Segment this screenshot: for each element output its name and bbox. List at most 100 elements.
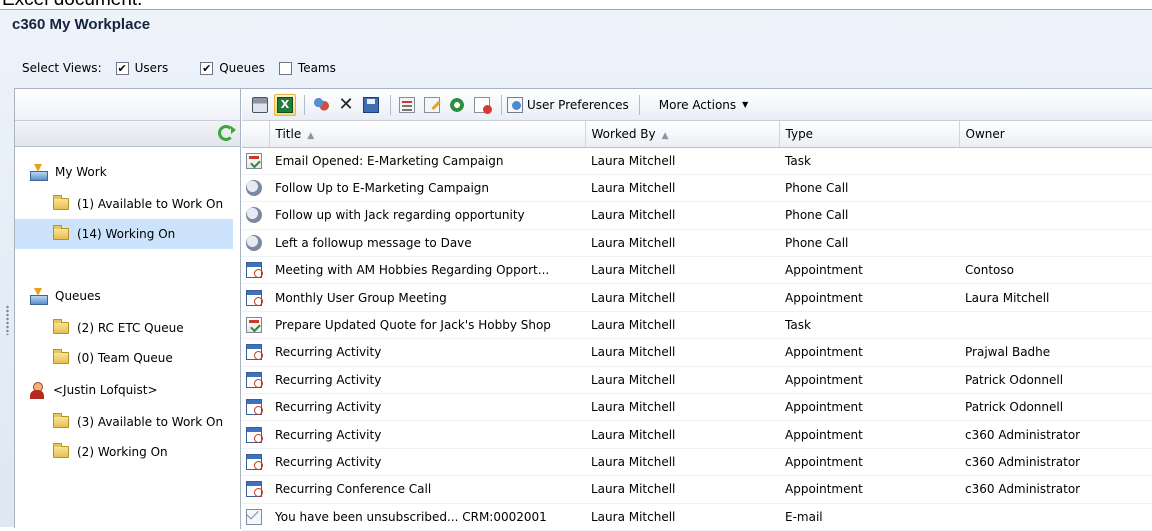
view-queues-option[interactable]: ✔ Queues [200, 61, 265, 75]
view-teams-option[interactable]: Teams [278, 61, 336, 75]
cell-title[interactable]: Recurring Activity [269, 393, 585, 422]
cell-title[interactable]: Email Opened: E-Marketing Campaign [269, 147, 585, 175]
table-row[interactable]: Follow Up to E-Marketing Campaign Laura M… [242, 174, 1152, 203]
cell-owner: Laura Mitchell [959, 283, 1152, 312]
toolbar-separator [501, 94, 502, 115]
tree-item-user-working-on[interactable]: (2) Working On [15, 437, 240, 467]
form-button[interactable] [396, 94, 418, 116]
row-icon-cell [242, 229, 269, 258]
print-button[interactable] [249, 94, 271, 116]
grid-body: Email Opened: E-Marketing Campaign Laura … [242, 147, 1152, 531]
phone-call-icon [246, 207, 262, 224]
table-row[interactable]: Meeting with AM Hobbies Regarding Opport… [242, 256, 1152, 285]
table-row[interactable]: You have been unsubscribed... CRM:000200… [242, 503, 1152, 531]
header-icon-column [242, 121, 270, 148]
appointment-icon [246, 262, 263, 279]
cell-worked-by: Laura Mitchell [585, 283, 779, 312]
table-row[interactable]: Recurring Activity Laura Mitchell Appointm… [242, 420, 1152, 449]
table-row[interactable]: Recurring Activity Laura Mitchell Appointm… [242, 338, 1152, 367]
cell-type: Appointment [779, 475, 959, 504]
sort-asc-icon: ▲ [661, 130, 669, 141]
header-owner[interactable]: Owner [959, 121, 1152, 148]
cell-title[interactable]: Recurring Activity [269, 448, 585, 477]
tree-item-label: (3) Available to Work On [77, 415, 224, 429]
row-icon-cell [242, 201, 269, 230]
appointment-icon [246, 289, 263, 306]
refresh-icon[interactable] [218, 125, 236, 141]
cell-title[interactable]: Follow Up to E-Marketing Campaign [269, 174, 585, 203]
tree-item-user[interactable]: <Justin Lofquist> [15, 373, 240, 407]
user-preferences-button[interactable]: User Preferences [507, 96, 629, 113]
appointment-icon [246, 481, 263, 498]
appointment-icon [246, 453, 263, 470]
queues-checkbox[interactable]: ✔ [200, 61, 214, 75]
header-type[interactable]: Type [779, 121, 960, 148]
report-button[interactable] [471, 94, 493, 116]
table-row[interactable]: Left a followup message to Dave Laura Mit… [242, 229, 1152, 258]
task-icon [246, 152, 262, 169]
table-row[interactable]: Prepare Updated Quote for Jack's Hobby S… [242, 311, 1152, 340]
cell-owner: Patrick Odonnell [959, 393, 1152, 422]
pane-splitter-handle[interactable] [6, 305, 9, 335]
export-excel-button[interactable]: X [274, 93, 296, 116]
cell-title[interactable]: Recurring Activity [269, 338, 585, 367]
more-actions-menu[interactable]: More Actions ▼ [659, 98, 749, 112]
inbox-icon [29, 164, 48, 181]
tree-item-team-queue[interactable]: (0) Team Queue [15, 343, 240, 373]
table-row[interactable]: Recurring Conference Call Laura Mitchell A… [242, 475, 1152, 504]
toolbar-separator [304, 94, 305, 115]
table-row[interactable]: Email Opened: E-Marketing Campaign Laura … [242, 147, 1152, 175]
cell-title[interactable]: Monthly User Group Meeting [269, 283, 585, 312]
delete-button[interactable]: ✕ [335, 94, 357, 116]
row-icon-cell [242, 393, 269, 422]
assign-button[interactable] [310, 94, 332, 116]
main-panel: My Work (1) Available to Work On (14) Wo… [14, 88, 1152, 531]
table-row[interactable]: Recurring Activity Laura Mitchell Appointm… [242, 366, 1152, 395]
cell-owner [959, 503, 1152, 531]
table-row[interactable]: Follow up with Jack regarding opportunit… [242, 201, 1152, 230]
more-actions-label: More Actions [658, 97, 737, 112]
tree-item-working-on[interactable]: (14) Working On [15, 219, 233, 249]
email-icon [246, 508, 262, 525]
tree-item-my-work[interactable]: My Work [15, 155, 240, 189]
cell-worked-by: Laura Mitchell [585, 229, 779, 258]
cell-title[interactable]: You have been unsubscribed... CRM:000200… [269, 503, 585, 531]
cell-title[interactable]: Follow up with Jack regarding opportunit… [269, 201, 585, 230]
header-worked-by[interactable]: Worked By ▲ [585, 121, 780, 148]
table-row[interactable]: Recurring Activity Laura Mitchell Appointm… [242, 393, 1152, 422]
table-row[interactable]: Monthly User Group Meeting Laura Mitchell… [242, 283, 1152, 312]
tree-item-user-available[interactable]: (3) Available to Work On [15, 407, 240, 437]
teams-checkbox[interactable] [278, 61, 292, 75]
edit-button[interactable] [421, 94, 443, 116]
cell-title[interactable]: Meeting with AM Hobbies Regarding Opport… [269, 256, 585, 285]
workflow-button[interactable] [446, 94, 468, 116]
user-icon [29, 381, 45, 399]
cell-type: Appointment [779, 448, 959, 477]
cell-title[interactable]: Prepare Updated Quote for Jack's Hobby S… [269, 311, 585, 340]
work-tree: My Work (1) Available to Work On (14) Wo… [15, 147, 240, 467]
save-button[interactable] [360, 94, 382, 116]
header-title[interactable]: Title ▲ [269, 121, 586, 148]
cell-title[interactable]: Recurring Conference Call [269, 475, 585, 504]
cell-title[interactable]: Recurring Activity [269, 420, 585, 449]
row-icon-cell [242, 147, 269, 175]
cell-title[interactable]: Recurring Activity [269, 366, 585, 395]
tree-item-label: Queues [55, 289, 101, 303]
row-icon-cell [242, 420, 269, 449]
users-checkbox[interactable]: ✔ [115, 61, 129, 75]
user-preferences-label: User Preferences [527, 97, 629, 112]
tree-item-rc-etc-queue[interactable]: (2) RC ETC Queue [15, 313, 240, 343]
tree-item-available-to-work-on[interactable]: (1) Available to Work On [15, 189, 240, 219]
toolbar-separator [390, 94, 391, 115]
table-row[interactable]: Recurring Activity Laura Mitchell Appointm… [242, 448, 1152, 477]
row-icon-cell [242, 366, 269, 395]
tree-item-queues[interactable]: Queues [15, 279, 240, 313]
view-users-option[interactable]: ✔ Users [115, 61, 168, 75]
tree-item-label: (14) Working On [77, 227, 176, 241]
cell-worked-by: Laura Mitchell [585, 503, 779, 531]
cell-title[interactable]: Left a followup message to Dave [269, 229, 585, 258]
activity-pane: X ✕ User Preferences More Actions ▼ Titl… [242, 89, 1152, 531]
cell-owner: Contoso [959, 256, 1152, 285]
activity-grid: Title ▲ Worked By ▲ Type Owner Email Opene… [242, 121, 1152, 531]
